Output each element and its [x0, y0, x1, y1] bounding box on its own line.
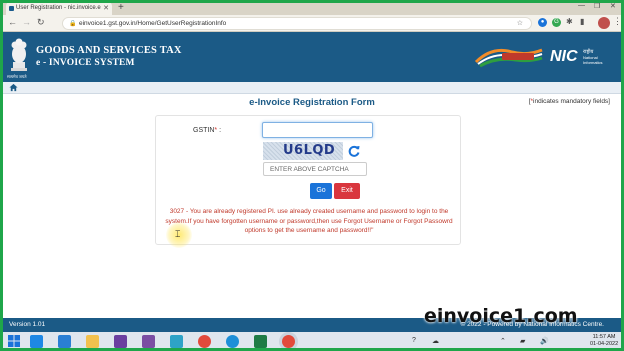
captcha-image: U6LQD — [263, 142, 343, 160]
chrome-icon[interactable] — [198, 335, 211, 348]
gstin-label: GSTIN* : — [193, 127, 222, 134]
tray-chevron-icon[interactable]: ⌃ — [500, 337, 506, 345]
bookmark-star-icon[interactable]: ☆ — [517, 19, 523, 27]
chrome-active-icon[interactable] — [282, 335, 295, 348]
dropbox-icon[interactable] — [58, 335, 71, 348]
browser-tab-strip: User Registration - nic.invoice.e ✕ + — … — [0, 0, 624, 15]
profile-avatar[interactable] — [598, 17, 610, 29]
site-header: सत्यमेव जयते GOODS AND SERVICES TAX e - … — [0, 32, 624, 82]
refresh-captcha-icon[interactable] — [347, 144, 361, 158]
site-subtitle: e - INVOICE SYSTEM — [36, 58, 135, 68]
extension-icon[interactable]: ● — [538, 18, 547, 27]
file-explorer-icon[interactable] — [86, 335, 99, 348]
grammarly-icon[interactable]: G — [552, 18, 561, 27]
svg-text:राष्ट्रीय: राष्ट्रीय — [583, 48, 594, 55]
back-icon[interactable]: ← — [8, 17, 17, 27]
reload-icon[interactable]: ↻ — [37, 17, 45, 28]
tab-title: User Registration - nic.invoice.e — [16, 5, 101, 11]
excel-icon[interactable] — [254, 335, 267, 348]
maximize-icon[interactable]: ❐ — [594, 2, 600, 10]
weather-icon[interactable]: ☁ — [432, 337, 439, 345]
mandatory-note: [*indicates mandatory fields] — [528, 98, 610, 105]
settings-app-icon[interactable] — [170, 335, 183, 348]
svg-text:NIC: NIC — [550, 48, 578, 65]
home-icon[interactable] — [9, 83, 18, 92]
network-icon[interactable]: ▰ — [520, 337, 525, 345]
menu-kebab-icon[interactable]: ⋮ — [613, 16, 622, 27]
ie-icon[interactable] — [30, 335, 43, 348]
emblem-caption: सत्यमेव जयते — [7, 74, 27, 79]
clock[interactable]: 11:57 AM 01-04-2022 — [590, 334, 618, 348]
address-bar[interactable]: 🔒 einvoice1.gst.gov.in/Home/GetUserRegis… — [62, 17, 532, 30]
media-app-icon[interactable] — [114, 335, 127, 348]
extensions-puzzle-icon[interactable]: ✱ — [566, 17, 573, 26]
new-tab-icon[interactable]: + — [118, 2, 124, 13]
gst-logo — [474, 48, 543, 68]
url-text: einvoice1.gst.gov.in/Home/GetUserRegistr… — [79, 20, 227, 27]
video-app-icon[interactable] — [142, 335, 155, 348]
national-emblem-icon — [11, 38, 27, 71]
breadcrumb — [0, 82, 624, 94]
tab-close-icon[interactable]: ✕ — [103, 4, 109, 12]
text-cursor-icon: ⌶ — [175, 229, 181, 239]
captcha-input[interactable] — [263, 162, 367, 176]
volume-icon[interactable]: 🔊 — [540, 337, 549, 345]
go-button[interactable]: Go — [310, 183, 332, 199]
minimize-icon[interactable]: — — [578, 2, 585, 9]
error-message: 3027 - You are already registered PI. us… — [165, 208, 453, 234]
exit-button[interactable]: Exit — [334, 183, 360, 199]
captcha-text: U6LQD — [283, 143, 336, 158]
lock-icon: 🔒 — [69, 21, 77, 27]
tab-favicon-icon — [9, 6, 14, 11]
taskbar: ? ☁ ⌃ ▰ 🔊 11:57 AM 01-04-2022 — [0, 332, 624, 351]
window-close-icon[interactable]: ✕ — [610, 2, 616, 10]
gstin-input[interactable] — [262, 122, 373, 138]
sidebar-icon[interactable]: ▮ — [580, 17, 584, 26]
nic-logo: NIC राष्ट्रीय National Informatics — [550, 48, 603, 65]
site-title: GOODS AND SERVICES TAX — [36, 45, 182, 56]
version-text: Version 1.01 — [9, 321, 46, 328]
browser-toolbar: ← → ↻ 🔒 einvoice1.gst.gov.in/Home/GetUse… — [0, 15, 624, 32]
help-icon[interactable]: ? — [412, 337, 416, 344]
windows-start-icon[interactable] — [8, 335, 20, 347]
edge-icon[interactable] — [226, 335, 239, 348]
forward-icon[interactable]: → — [22, 17, 31, 27]
browser-tab[interactable]: User Registration - nic.invoice.e ✕ — [6, 2, 112, 15]
svg-text:Informatics: Informatics — [583, 60, 603, 65]
watermark: einvoice1.com — [424, 305, 578, 327]
